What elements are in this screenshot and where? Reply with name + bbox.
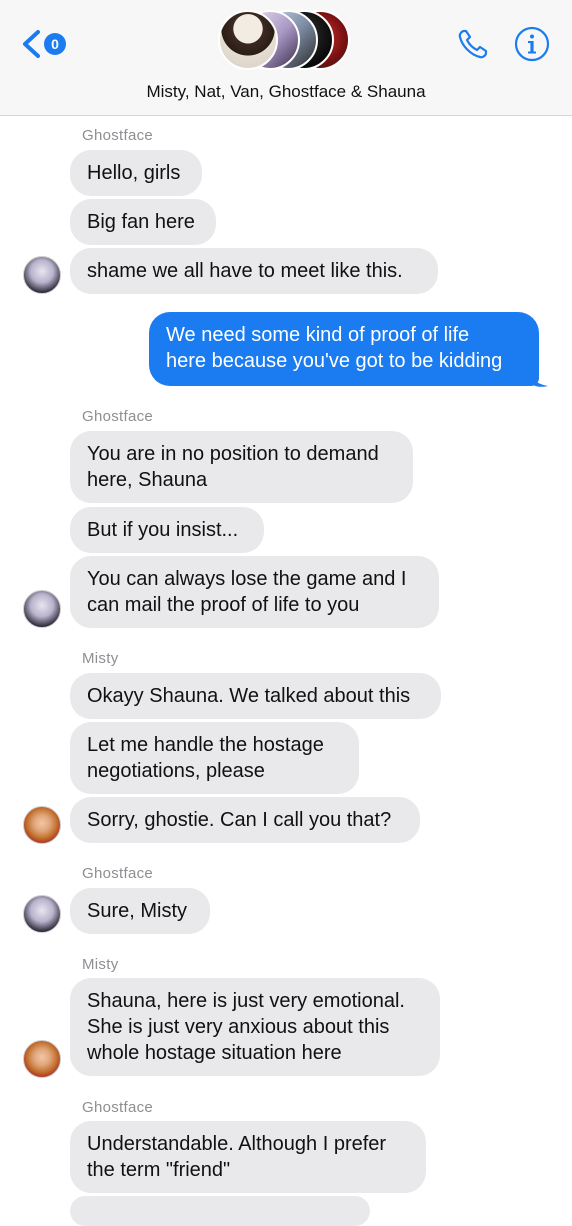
message-bubble[interactable]: Okayy Shauna. We talked about this xyxy=(70,673,441,719)
message-bubble[interactable]: Shauna, here is just very emotional. She… xyxy=(70,978,440,1076)
message-text: can mail the proof of life to you xyxy=(87,594,360,616)
ghostface-avatar[interactable] xyxy=(23,590,61,628)
message-text: Let me handle the hostage xyxy=(87,734,324,756)
message-text: here because you've got to be kidding xyxy=(166,350,503,372)
message-text: whole hostage situation here xyxy=(87,1042,342,1064)
chevron-left-icon xyxy=(23,30,40,58)
group-avatar-stack[interactable] xyxy=(218,10,358,72)
message-text: She is just very anxious about this xyxy=(87,1016,390,1038)
sender-name: Ghostface xyxy=(82,1099,154,1116)
sender-name: Ghostface xyxy=(82,408,154,425)
message-text: Hello, girls xyxy=(87,162,181,184)
message-text: negotiations, please xyxy=(87,760,265,782)
message-bubble[interactable]: Understandable. Although I prefer the te… xyxy=(70,1121,426,1193)
message-bubble[interactable]: But if you insist... xyxy=(70,507,264,553)
message-text: Understandable. Although I prefer xyxy=(87,1133,387,1155)
back-button[interactable]: 0 xyxy=(20,28,70,60)
message-bubble[interactable]: Sorry, ghostie. Can I call you that? xyxy=(70,797,420,843)
message-text: the term "friend" xyxy=(87,1159,231,1181)
message-bubble[interactable]: Let me handle the hostage negotiations, … xyxy=(70,722,359,794)
sender-name: Misty xyxy=(82,956,119,973)
message-bubble[interactable]: Sure, Misty xyxy=(70,888,210,934)
message-text: Shauna, here is just very emotional. xyxy=(87,990,405,1012)
message-text: We need some kind of proof of life xyxy=(166,324,470,346)
info-button[interactable] xyxy=(514,26,550,62)
outgoing-message-bubble[interactable]: We need some kind of proof of life here … xyxy=(149,312,539,386)
message-text: But if you insist... xyxy=(87,519,239,541)
sender-name: Ghostface xyxy=(82,127,154,144)
message-bubble[interactable]: shame we all have to meet like this. xyxy=(70,248,438,294)
message-text: Big fan here xyxy=(87,211,195,233)
message-text: shame we all have to meet like this. xyxy=(87,260,403,282)
bubble-tail xyxy=(528,370,548,387)
message-bubble[interactable]: Hello, girls xyxy=(70,150,202,196)
member-avatar xyxy=(218,10,278,70)
message-bubble[interactable] xyxy=(70,1196,370,1226)
phone-icon xyxy=(458,29,488,59)
group-title[interactable]: Misty, Nat, Van, Ghostface & Shauna xyxy=(0,82,572,102)
sender-name: Ghostface xyxy=(82,865,154,882)
sender-name: Misty xyxy=(82,650,119,667)
misty-avatar[interactable] xyxy=(23,806,61,844)
message-text: Sure, Misty xyxy=(87,900,188,922)
unread-count-badge: 0 xyxy=(44,33,66,55)
message-bubble[interactable]: Big fan here xyxy=(70,199,216,245)
ghostface-avatar[interactable] xyxy=(23,895,61,933)
info-icon xyxy=(514,26,550,62)
message-text: Okayy Shauna. We talked about this xyxy=(87,685,411,707)
message-bubble[interactable]: You are in no position to demand here, S… xyxy=(70,431,413,503)
scroll-cutoff-shadow xyxy=(0,117,572,121)
message-bubble[interactable]: You can always lose the game and I can m… xyxy=(70,556,439,628)
call-button[interactable] xyxy=(455,26,491,62)
misty-avatar[interactable] xyxy=(23,1040,61,1078)
status-bar xyxy=(0,0,572,6)
message-text: here, Shauna xyxy=(87,469,208,491)
conversation-header: 0 Misty, Nat, Van, Ghostface & Shauna xyxy=(0,0,572,116)
message-text: Sorry, ghostie. Can I call you that? xyxy=(87,809,392,831)
message-text: You are in no position to demand xyxy=(87,443,379,465)
message-text: You can always lose the game and I xyxy=(87,568,407,590)
ghostface-avatar[interactable] xyxy=(23,256,61,294)
